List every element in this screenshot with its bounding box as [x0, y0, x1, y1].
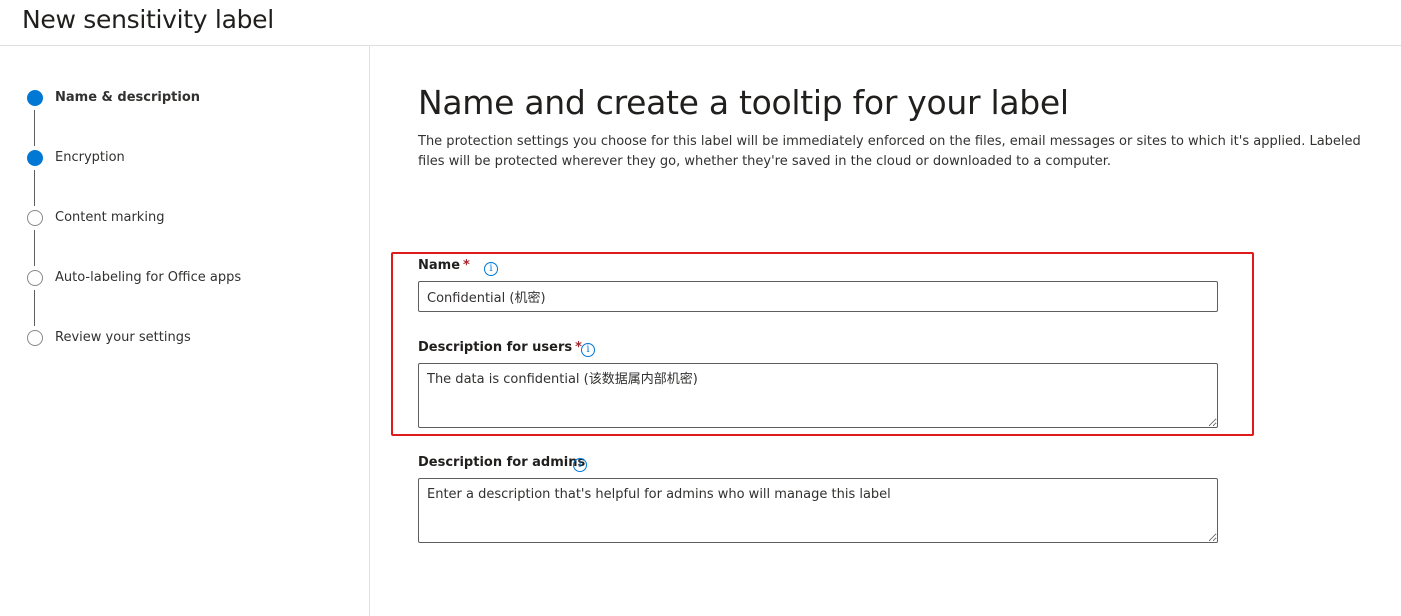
step-pending-icon [27, 210, 43, 226]
step-pending-icon [27, 270, 43, 286]
user-description-label-text: Description for users [418, 340, 573, 355]
step-label: Content marking [55, 210, 165, 225]
page-header: New sensitivity label [0, 0, 1401, 46]
info-icon[interactable]: i [581, 343, 595, 357]
name-label-text: Name [418, 258, 461, 273]
step-connector [34, 290, 35, 326]
user-description-textarea[interactable]: The data is confidential (该数据属内部机密) [418, 363, 1218, 428]
wizard-steps: Name & description Encryption Content ma… [0, 46, 370, 616]
admin-description-label: Description for admins [418, 455, 586, 470]
info-icon[interactable]: i [484, 262, 498, 276]
step-connector [34, 170, 35, 206]
step-complete-icon [27, 150, 43, 166]
step-connector [34, 230, 35, 266]
step-pending-icon [27, 330, 43, 346]
required-asterisk: * [463, 258, 470, 273]
step-label: Encryption [55, 150, 125, 165]
step-label: Name & description [55, 90, 200, 105]
info-icon[interactable]: i [573, 458, 587, 472]
name-input[interactable] [418, 281, 1218, 312]
section-heading: Name and create a tooltip for your label [418, 83, 1069, 122]
step-label: Review your settings [55, 330, 191, 345]
step-label: Auto-labeling for Office apps [55, 270, 242, 285]
section-description: The protection settings you choose for t… [418, 134, 1361, 169]
main-content: Name and create a tooltip for your label… [371, 46, 1401, 616]
page-title: New sensitivity label [22, 5, 274, 34]
user-description-label: Description for users * [418, 339, 582, 357]
name-field-label: Name * [418, 257, 470, 275]
step-connector [34, 110, 35, 146]
admin-description-textarea[interactable] [418, 478, 1218, 543]
step-complete-icon [27, 90, 43, 106]
